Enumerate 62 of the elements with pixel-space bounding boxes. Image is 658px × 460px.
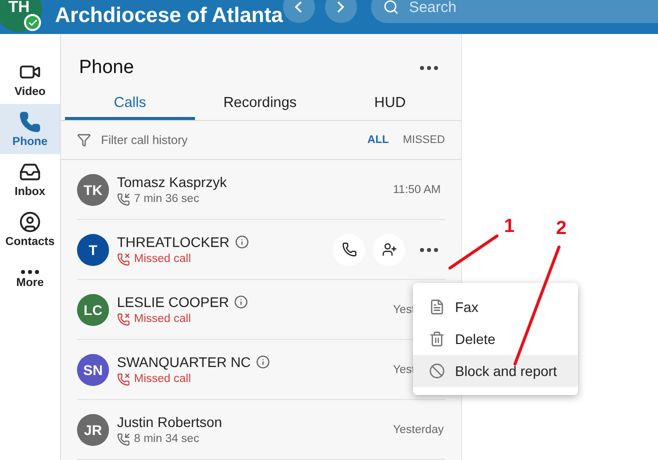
info-icon[interactable] bbox=[234, 294, 248, 308]
trash-icon bbox=[429, 331, 445, 347]
call-detail: Missed call bbox=[134, 253, 191, 265]
nav-item[interactable]: Inbox bbox=[0, 154, 60, 204]
tab[interactable]: Recordings bbox=[195, 92, 325, 120]
annotation-number: 1 bbox=[504, 216, 515, 238]
back-button[interactable] bbox=[282, 0, 315, 23]
phone-icon bbox=[19, 110, 41, 132]
person-icon bbox=[19, 210, 41, 232]
call-detail: Missed call bbox=[134, 313, 191, 325]
chevron-right-icon bbox=[337, 1, 344, 13]
menu-item[interactable]: Delete bbox=[413, 323, 578, 355]
organization-title: Archdiocese of Atlanta bbox=[55, 3, 283, 29]
search-icon bbox=[382, 0, 399, 15]
call-detail: 7 min 36 sec bbox=[134, 193, 200, 205]
contact-avatar: JR bbox=[77, 414, 109, 446]
call-button[interactable] bbox=[333, 234, 365, 266]
more-icon bbox=[21, 270, 39, 274]
more-icon bbox=[420, 248, 438, 252]
contact-name: Tomasz Kasprzyk bbox=[117, 174, 227, 190]
info-icon[interactable] bbox=[256, 354, 270, 368]
info-icon[interactable] bbox=[234, 234, 249, 248]
tab[interactable]: Calls bbox=[65, 92, 195, 120]
panel-title: Phone bbox=[79, 57, 134, 79]
block-icon bbox=[429, 363, 445, 379]
call-detail: 8 min 34 sec bbox=[134, 433, 200, 445]
filter-icon bbox=[77, 133, 91, 147]
menu-item[interactable]: Block and report bbox=[413, 355, 578, 387]
annotation-line bbox=[448, 234, 498, 270]
call-time: Yesterday bbox=[393, 424, 444, 436]
annotation-number: 2 bbox=[556, 218, 567, 240]
nav-item[interactable]: Contacts bbox=[0, 204, 60, 254]
filter-tab[interactable]: MISSED bbox=[396, 134, 445, 146]
more-icon bbox=[420, 66, 438, 70]
contact-avatar: TK bbox=[77, 174, 109, 206]
missed-call-icon bbox=[117, 372, 130, 386]
contact-name: SWANQUARTER NC bbox=[117, 354, 251, 370]
contact-avatar: LC bbox=[77, 294, 109, 326]
forward-button[interactable] bbox=[324, 0, 357, 23]
missed-call-icon bbox=[117, 312, 130, 326]
phone-icon bbox=[342, 242, 356, 257]
add-contact-button[interactable] bbox=[373, 234, 405, 266]
nav-item[interactable]: Video bbox=[0, 54, 60, 104]
add-person-icon bbox=[382, 242, 396, 257]
filter-tab[interactable]: ALL bbox=[361, 134, 389, 146]
filter-field[interactable]: Filter call history bbox=[99, 132, 354, 148]
call-time: 11:50 AM bbox=[393, 184, 441, 196]
chevron-left-icon bbox=[295, 1, 302, 13]
incoming-call-icon bbox=[117, 192, 130, 206]
contact-name: THREATLOCKER bbox=[117, 234, 230, 250]
incoming-call-icon bbox=[117, 432, 130, 446]
call-detail: Missed call bbox=[134, 373, 191, 385]
menu-item[interactable]: Fax bbox=[413, 291, 578, 323]
document-icon bbox=[429, 299, 445, 315]
contact-name: LESLIE COOPER bbox=[117, 294, 230, 310]
contact-avatar: T bbox=[77, 234, 109, 266]
contact-name: Justin Robertson bbox=[117, 414, 222, 430]
contact-avatar: SN bbox=[77, 354, 109, 386]
nav-item[interactable]: More bbox=[0, 254, 60, 304]
tab[interactable]: HUD bbox=[325, 92, 455, 120]
missed-call-icon bbox=[117, 252, 130, 266]
nav-item[interactable]: Phone bbox=[0, 104, 60, 154]
